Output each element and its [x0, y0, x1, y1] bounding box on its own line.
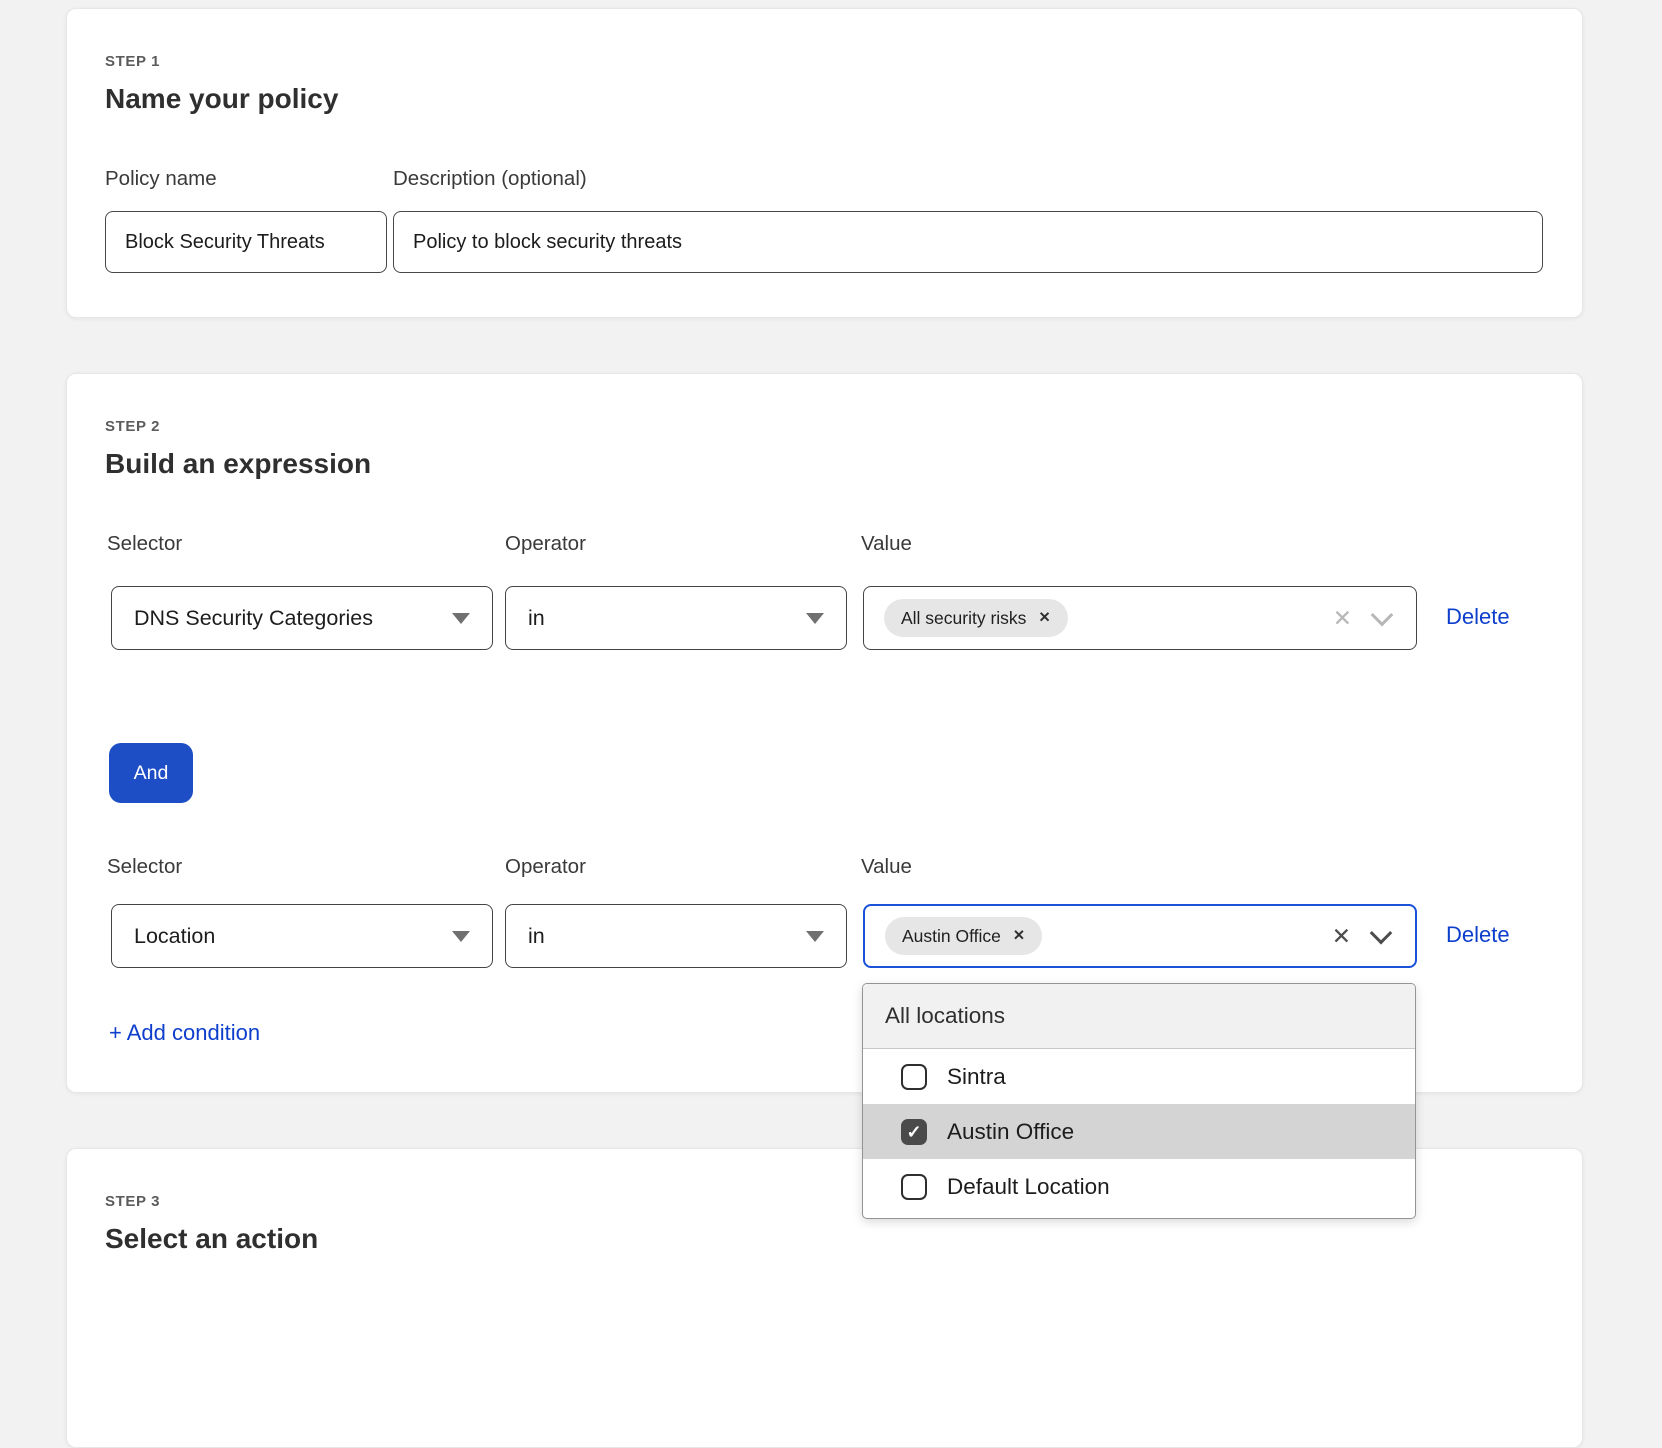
clear-icon[interactable]: ✕ [1332, 925, 1351, 948]
operator-select[interactable]: in [505, 904, 847, 968]
dropdown-option-default-location[interactable]: ✓ Default Location [863, 1159, 1415, 1214]
operator-select[interactable]: in [505, 586, 847, 650]
operator-column-label: Operator [505, 855, 586, 879]
step2-eyebrow: STEP 2 [105, 418, 160, 435]
dropdown-option-sintra[interactable]: ✓ Sintra [863, 1049, 1415, 1104]
description-label: Description (optional) [393, 167, 587, 191]
clear-icon[interactable]: ✕ [1333, 607, 1352, 630]
selector-select-value: DNS Security Categories [134, 606, 373, 631]
selector-select-value: Location [134, 924, 215, 949]
chevron-down-icon [806, 613, 824, 624]
checkbox-checked[interactable]: ✓ [901, 1119, 927, 1145]
step2-title: Build an expression [105, 448, 371, 480]
operator-select-value: in [528, 924, 545, 949]
locations-dropdown: All locations ✓ Sintra ✓ Austin Office ✓… [862, 983, 1416, 1219]
operator-select-value: in [528, 606, 545, 631]
value-tag-label: All security risks [901, 608, 1026, 629]
step1-card: STEP 1 Name your policy Policy name Desc… [66, 8, 1583, 318]
chevron-down-icon[interactable] [1370, 922, 1393, 945]
checkbox[interactable]: ✓ [901, 1064, 927, 1090]
value-tag: All security risks ✕ [884, 599, 1068, 637]
chevron-down-icon[interactable] [1371, 604, 1394, 627]
option-label: Default Location [947, 1174, 1110, 1200]
chevron-down-icon [452, 613, 470, 624]
checkbox[interactable]: ✓ [901, 1174, 927, 1200]
add-condition-link[interactable]: + Add condition [109, 1020, 260, 1046]
selector-column-label: Selector [107, 532, 182, 556]
selector-select[interactable]: Location [111, 904, 493, 968]
value-column-label: Value [861, 532, 912, 556]
policy-name-input[interactable] [105, 211, 387, 273]
step1-eyebrow: STEP 1 [105, 53, 160, 70]
chevron-down-icon [452, 931, 470, 942]
value-column-label: Value [861, 855, 912, 879]
remove-tag-icon[interactable]: ✕ [1013, 928, 1025, 944]
operator-column-label: Operator [505, 532, 586, 556]
description-input[interactable] [393, 211, 1543, 273]
policy-name-label: Policy name [105, 167, 217, 191]
value-multiselect-focused[interactable]: Austin Office ✕ ✕ [863, 904, 1417, 968]
step3-eyebrow: STEP 3 [105, 1193, 160, 1210]
remove-tag-icon[interactable]: ✕ [1038, 610, 1050, 626]
dropdown-option-all-locations[interactable]: All locations [863, 984, 1415, 1049]
chevron-down-icon [806, 931, 824, 942]
value-tag: Austin Office ✕ [885, 917, 1042, 955]
check-icon: ✓ [906, 1123, 921, 1141]
option-label: Sintra [947, 1064, 1006, 1090]
value-multiselect[interactable]: All security risks ✕ ✕ [863, 586, 1417, 650]
dropdown-option-austin-office[interactable]: ✓ Austin Office [863, 1104, 1415, 1159]
step1-title: Name your policy [105, 83, 338, 115]
step3-title: Select an action [105, 1223, 318, 1255]
value-tag-label: Austin Office [902, 926, 1001, 947]
delete-condition-link[interactable]: Delete [1446, 922, 1510, 948]
selector-select[interactable]: DNS Security Categories [111, 586, 493, 650]
and-button[interactable]: And [109, 743, 193, 803]
selector-column-label: Selector [107, 855, 182, 879]
delete-condition-link[interactable]: Delete [1446, 604, 1510, 630]
option-label: Austin Office [947, 1119, 1074, 1145]
